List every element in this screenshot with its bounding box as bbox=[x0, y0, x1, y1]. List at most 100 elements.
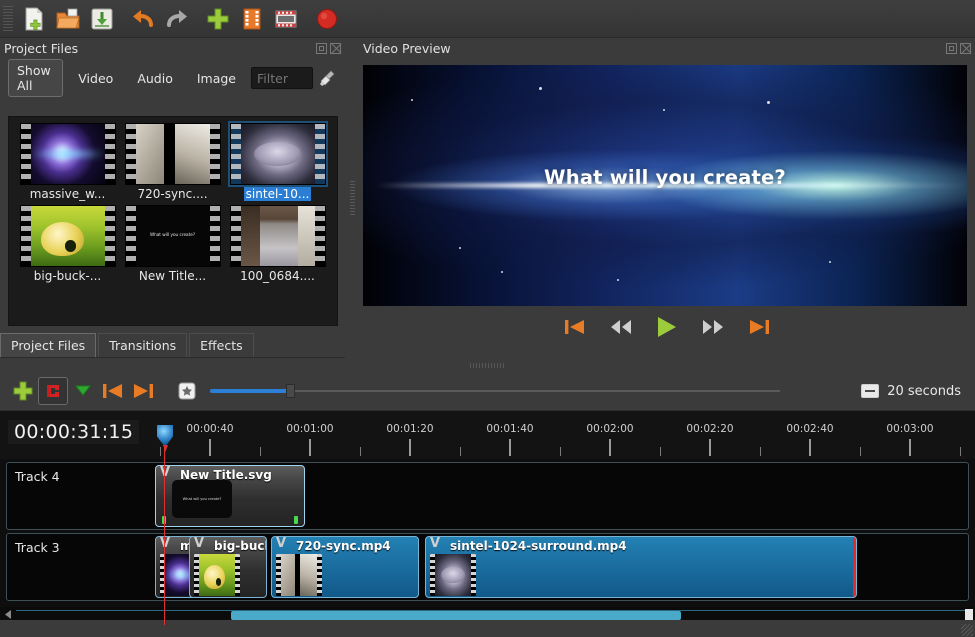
ruler-tick-minor bbox=[860, 447, 861, 456]
project-file-item[interactable]: sintel-10... bbox=[227, 123, 328, 201]
scroll-right-icon[interactable] bbox=[965, 609, 973, 620]
filter-audio-button[interactable]: Audio bbox=[128, 67, 182, 90]
jump-end-button[interactable] bbox=[746, 316, 772, 338]
tab-project-files[interactable]: Project Files bbox=[0, 333, 96, 357]
rewind-icon bbox=[609, 318, 633, 336]
clip-volume-icon[interactable]: V bbox=[160, 538, 174, 551]
timeline-zoom-level: 20 seconds bbox=[861, 384, 967, 399]
clip-volume-icon[interactable]: V bbox=[276, 538, 290, 551]
play-button[interactable] bbox=[654, 316, 680, 338]
choose-profile-button[interactable] bbox=[235, 2, 269, 36]
save-project-button[interactable] bbox=[85, 2, 119, 36]
plus-icon bbox=[12, 380, 34, 402]
timeline-track[interactable]: Track 3VmVbig-buck-V720-sync.mp4Vsintel-… bbox=[6, 533, 969, 601]
import-files-button[interactable] bbox=[201, 2, 235, 36]
fullscreen-button[interactable] bbox=[269, 2, 303, 36]
new-file-icon bbox=[21, 6, 47, 32]
ruler-tick bbox=[909, 439, 911, 456]
film-sprocket-icon bbox=[317, 554, 322, 596]
project-file-label: New Title... bbox=[139, 269, 206, 283]
timeline-clip[interactable]: V720-sync.mp4 bbox=[271, 536, 419, 598]
fast-forward-button[interactable] bbox=[700, 316, 726, 338]
redo-button[interactable] bbox=[160, 2, 194, 36]
clip-thumbnail-image bbox=[281, 554, 317, 596]
tab-transitions[interactable]: Transitions bbox=[98, 333, 187, 357]
film-sprocket-icon bbox=[21, 206, 31, 266]
filter-video-button[interactable]: Video bbox=[69, 67, 122, 90]
project-file-item[interactable]: 720-sync.... bbox=[122, 123, 223, 201]
timeline-zoom-slider[interactable] bbox=[210, 387, 780, 395]
project-file-item[interactable]: 100_0684.... bbox=[227, 205, 328, 283]
ruler-tick-minor bbox=[460, 447, 461, 456]
clip-volume-icon[interactable]: V bbox=[194, 538, 208, 551]
clip-end-marker[interactable] bbox=[853, 537, 856, 597]
project-file-thumbnail[interactable] bbox=[230, 205, 326, 267]
timeline-clip[interactable]: VNew Title.svgWhat will you create? bbox=[155, 465, 305, 527]
open-project-button[interactable] bbox=[51, 2, 85, 36]
timeline-track[interactable]: Track 4VNew Title.svgWhat will you creat… bbox=[6, 462, 969, 530]
timeline-ruler[interactable]: 00:00:31:15 00:00:4000:01:0000:01:2000:0… bbox=[0, 411, 975, 459]
clip-volume-icon[interactable]: V bbox=[160, 467, 174, 480]
green-arrow-down-icon bbox=[73, 381, 93, 401]
undo-button[interactable] bbox=[126, 2, 160, 36]
close-icon[interactable] bbox=[330, 43, 341, 54]
filter-input[interactable] bbox=[251, 67, 313, 89]
scroll-left-icon[interactable] bbox=[0, 608, 16, 621]
vertical-splitter[interactable] bbox=[345, 38, 359, 358]
new-project-button[interactable] bbox=[17, 2, 51, 36]
undock-icon[interactable] bbox=[946, 43, 957, 54]
project-files-list[interactable]: massive_w...720-sync....sintel-10... big-… bbox=[8, 116, 338, 326]
record-circle-icon bbox=[314, 6, 340, 32]
filter-show-all-button[interactable]: Show All bbox=[8, 59, 63, 97]
add-track-button[interactable] bbox=[8, 377, 38, 405]
project-file-thumbnail[interactable] bbox=[20, 123, 116, 185]
tab-effects[interactable]: Effects bbox=[189, 333, 254, 357]
undock-icon[interactable] bbox=[316, 43, 327, 54]
razor-button[interactable] bbox=[68, 377, 98, 405]
timeline-clip[interactable]: Vbig-buck- bbox=[189, 536, 267, 598]
project-file-thumbnail[interactable] bbox=[20, 205, 116, 267]
project-file-thumbnail[interactable] bbox=[230, 123, 326, 185]
clear-filter-button[interactable] bbox=[319, 67, 337, 89]
film-sprocket-icon bbox=[471, 554, 476, 596]
jump-to-start-icon bbox=[101, 382, 125, 400]
jump-start-button[interactable] bbox=[562, 316, 588, 338]
thumbnail-image: What will you create? bbox=[136, 206, 210, 266]
thumbnail-overlay-text: What will you create? bbox=[136, 232, 210, 237]
timeline-horizontal-scrollbar[interactable] bbox=[0, 607, 975, 621]
clip-volume-icon[interactable]: V bbox=[430, 538, 444, 551]
ruler-tick bbox=[209, 439, 211, 456]
film-sprocket-icon bbox=[231, 124, 241, 184]
close-icon[interactable] bbox=[960, 43, 971, 54]
ruler-label: 00:03:00 bbox=[886, 423, 933, 435]
project-file-item[interactable]: What will you create? New Title... bbox=[122, 205, 223, 283]
project-file-item[interactable]: massive_w... bbox=[17, 123, 118, 201]
video-display[interactable]: What will you create? bbox=[363, 65, 967, 306]
add-marker-button[interactable] bbox=[172, 377, 202, 405]
project-file-thumbnail[interactable] bbox=[125, 123, 221, 185]
film-sprocket-icon bbox=[210, 206, 220, 266]
clip-keyframe-marker[interactable] bbox=[162, 516, 166, 524]
rewind-button[interactable] bbox=[608, 316, 634, 338]
preview-overlay-text: What will you create? bbox=[363, 166, 967, 189]
jump-to-start-icon bbox=[563, 318, 587, 336]
clip-keyframe-marker[interactable] bbox=[294, 516, 298, 524]
scrollbar-thumb[interactable] bbox=[231, 611, 681, 620]
filter-image-button[interactable]: Image bbox=[188, 67, 245, 90]
undo-arrow-icon bbox=[130, 6, 156, 32]
timeline-clip[interactable]: Vsintel-1024-surround.mp4 bbox=[425, 536, 857, 598]
export-video-button[interactable] bbox=[310, 2, 344, 36]
project-file-item[interactable]: big-buck-... bbox=[17, 205, 118, 283]
scrollbar-track[interactable] bbox=[16, 610, 965, 619]
zoom-slider-handle[interactable] bbox=[286, 384, 295, 398]
thumbnail-image bbox=[31, 124, 105, 184]
film-sprocket-icon bbox=[160, 554, 165, 596]
toolbar-grip[interactable] bbox=[3, 6, 13, 32]
next-marker-button[interactable] bbox=[128, 377, 158, 405]
project-file-thumbnail[interactable]: What will you create? bbox=[125, 205, 221, 267]
previous-marker-button[interactable] bbox=[98, 377, 128, 405]
snapping-button[interactable] bbox=[38, 377, 68, 405]
horizontal-splitter[interactable] bbox=[0, 358, 975, 372]
playback-controls bbox=[359, 316, 975, 338]
resize-grip[interactable] bbox=[961, 624, 973, 636]
